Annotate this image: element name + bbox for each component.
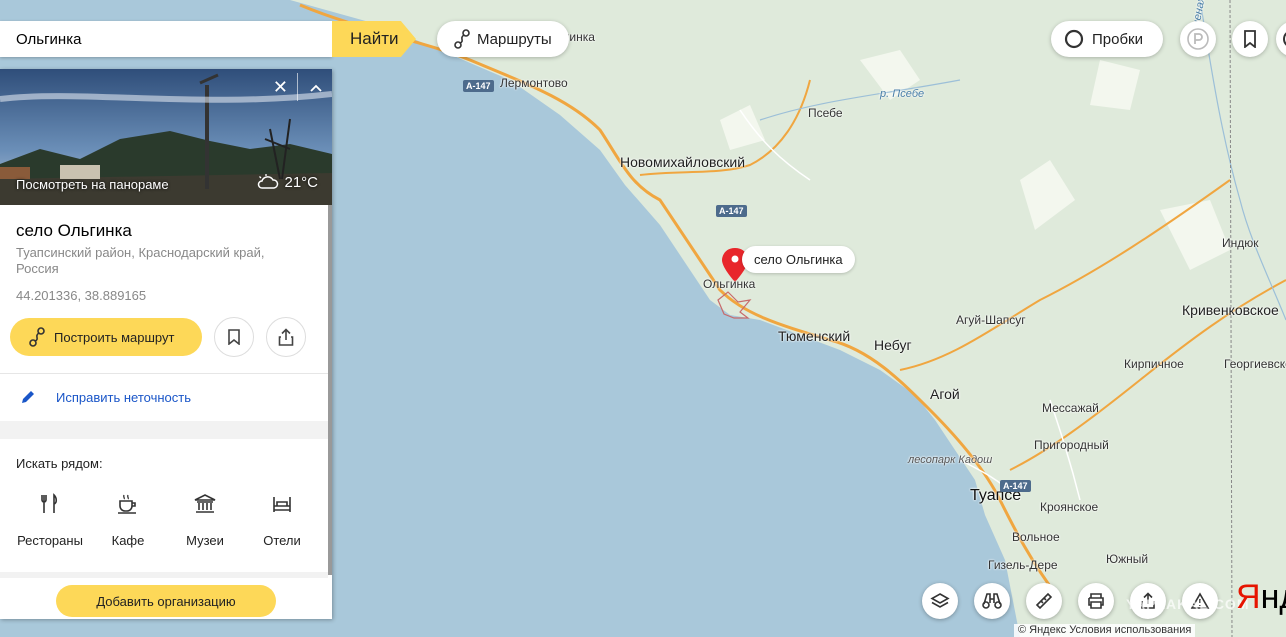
place-label: Георгиевское — [1224, 357, 1286, 371]
layers-icon — [930, 593, 950, 608]
place-address: Туапсинский район, Краснодарский край, Р… — [16, 245, 265, 276]
nearby-label: Музеи — [186, 533, 224, 548]
nearby-label: Отели — [263, 533, 301, 548]
place-label: Тюменский — [778, 328, 851, 344]
park-label: лесопарк Кадош — [908, 454, 993, 466]
print-button[interactable] — [1078, 583, 1114, 619]
nearby-hotels[interactable]: Отели — [242, 489, 322, 548]
temperature: 21°C — [284, 173, 318, 191]
place-label: Индюк — [1222, 236, 1259, 250]
fix-inaccuracy-link[interactable]: Исправить неточность — [56, 390, 191, 405]
place-label: Кирпичное — [1124, 357, 1184, 371]
road-shield: A-147 — [463, 80, 494, 92]
museum-icon — [194, 494, 216, 513]
watermark: YAPLAKAL.COM — [1126, 596, 1250, 612]
search-input[interactable]: Ольгинка — [0, 21, 332, 57]
copyright-footer[interactable]: © Яндекс Условия использования — [1014, 624, 1196, 637]
place-label: Пригородный — [1034, 438, 1109, 452]
place-label: Кривенковское — [1182, 302, 1279, 318]
panorama-preview[interactable]: ✕ Посмотреть на панораме 21°C — [0, 69, 332, 205]
ruler-button[interactable] — [1026, 583, 1062, 619]
pencil-icon — [20, 389, 36, 410]
traffic-button[interactable]: Пробки — [1051, 21, 1163, 57]
brand-first: Я — [1236, 578, 1261, 616]
place-label: Южный — [1106, 552, 1149, 566]
place-label: Псебе — [808, 106, 843, 120]
route-icon — [29, 327, 45, 347]
place-label: Кроянское — [1040, 500, 1099, 514]
river-label: р. Псебе — [880, 88, 925, 100]
road-shield: A-147 — [716, 205, 747, 217]
road-shield: A-147 — [1000, 480, 1031, 492]
nearby-label: Кафе — [111, 533, 145, 548]
chevron-up-icon — [310, 84, 322, 92]
search-value: Ольгинка — [16, 30, 82, 48]
divider — [0, 373, 328, 374]
section-separator — [0, 421, 328, 439]
nearby-label: Рестораны — [17, 533, 83, 548]
coffee-cup-icon — [118, 494, 136, 514]
parking-button[interactable] — [1180, 21, 1216, 57]
brand-rest: нде — [1260, 578, 1286, 616]
layers-button[interactable] — [922, 583, 958, 619]
routes-button[interactable]: Маршруты — [437, 21, 569, 57]
binoculars-icon — [982, 593, 1002, 609]
bookmark-icon — [1244, 30, 1256, 48]
divider — [297, 73, 298, 101]
traffic-label: Пробки — [1092, 30, 1143, 48]
place-label: Лермонтово — [500, 76, 568, 90]
panorama-link[interactable]: Посмотреть на панораме — [16, 177, 169, 192]
place-label: Новомихайловский — [620, 154, 746, 170]
place-label: Вольное — [1012, 530, 1060, 544]
nearby-museums[interactable]: Музеи — [165, 489, 245, 548]
panorama-button[interactable] — [974, 583, 1010, 619]
bookmarks-button[interactable] — [1232, 21, 1268, 57]
ruler-icon — [1035, 592, 1053, 610]
share-button[interactable] — [266, 317, 306, 357]
section-separator — [0, 572, 328, 578]
place-coordinates[interactable]: 44.201336, 38.889165 — [16, 288, 146, 303]
add-organization-button[interactable]: Добавить организацию — [56, 585, 276, 617]
bookmark-icon — [228, 329, 240, 345]
marker-label[interactable]: село Ольгинка — [742, 246, 855, 273]
place-label: Небуг — [874, 337, 912, 353]
close-icon[interactable]: ✕ — [273, 77, 288, 98]
traffic-icon — [1064, 29, 1084, 49]
parking-icon — [1187, 28, 1209, 50]
place-label: Ольгинка — [703, 277, 756, 291]
build-route-button[interactable]: Построить маршрут — [10, 318, 202, 356]
share-icon — [278, 328, 294, 346]
weather: 21°C — [256, 173, 318, 191]
build-route-label: Построить маршрут — [54, 329, 175, 345]
yandex-logo: Янде — [1236, 578, 1286, 617]
routes-label: Маршруты — [477, 30, 552, 48]
search-button[interactable]: Найти — [332, 21, 416, 57]
nearby-title: Искать рядом: — [16, 456, 103, 471]
bed-icon — [273, 497, 291, 512]
route-icon — [454, 29, 470, 49]
place-label: гинка — [565, 30, 595, 44]
save-bookmark-button[interactable] — [214, 317, 254, 357]
place-label: Мессажай — [1042, 401, 1099, 415]
place-label: Агой — [930, 386, 960, 402]
profile-icon — [1283, 32, 1286, 46]
fork-knife-icon — [41, 493, 58, 513]
place-card: ✕ Посмотреть на панораме 21°C село Ольги… — [0, 69, 332, 619]
printer-icon — [1088, 593, 1104, 609]
nearby-cafe[interactable]: Кафе — [88, 489, 168, 548]
nearby-restaurants[interactable]: Рестораны — [10, 489, 90, 548]
panel-scrollbar[interactable] — [328, 205, 332, 575]
place-title: село Ольгинка — [16, 221, 132, 240]
collapse-button[interactable] — [310, 79, 322, 97]
place-label: Агуй-Шапсуг — [956, 313, 1026, 327]
cloud-sun-icon — [258, 174, 279, 189]
place-label: Гизель-Дере — [988, 558, 1058, 572]
